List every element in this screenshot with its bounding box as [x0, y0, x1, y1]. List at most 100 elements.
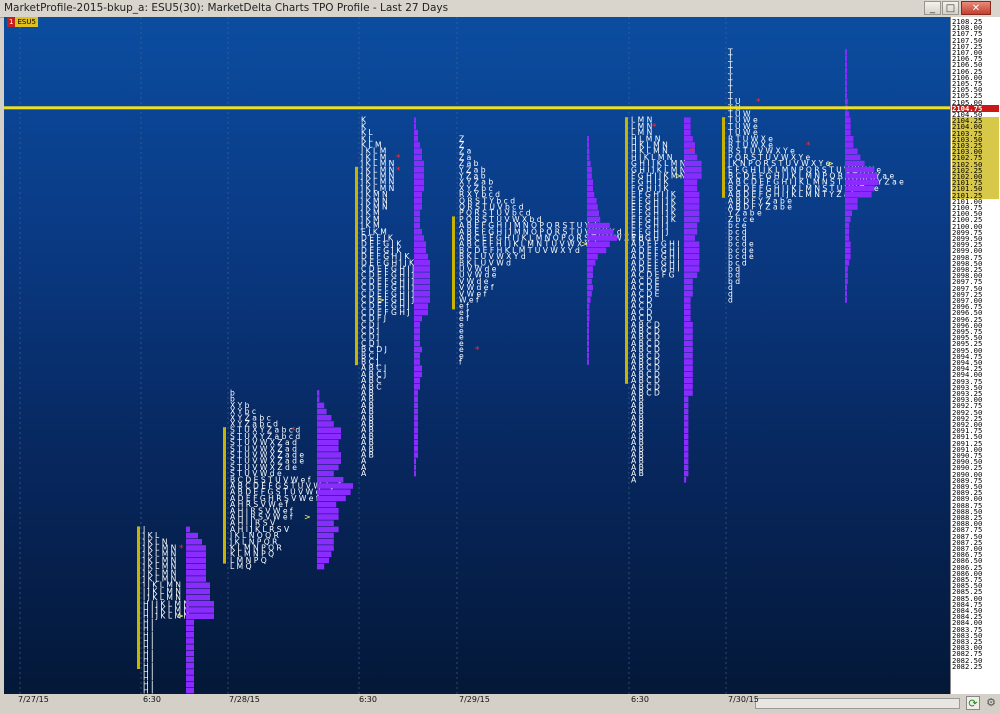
volume-histogram-bar	[845, 204, 858, 210]
volume-histogram-bar	[414, 421, 418, 427]
horizontal-scrollbar[interactable]	[755, 698, 960, 709]
volume-histogram-bar	[684, 136, 693, 142]
volume-histogram-bar	[317, 415, 332, 421]
volume-histogram-bar	[845, 142, 854, 148]
value-area-bar	[223, 427, 226, 564]
volume-histogram-bar	[414, 452, 418, 458]
volume-histogram-bar	[317, 433, 341, 440]
volume-histogram-bar	[587, 204, 598, 210]
volume-histogram-bar	[845, 98, 848, 105]
price-axis[interactable]: 2108.25 2108.00 2107.75 2107.50 2107.25 2107.…	[950, 17, 1000, 694]
volume-histogram-bar	[587, 328, 589, 334]
close-button[interactable]: ✕	[961, 1, 991, 15]
volume-histogram-bar	[317, 421, 334, 427]
volume-histogram-bar	[684, 390, 693, 396]
volume-histogram-bar	[587, 303, 590, 309]
tpo-profile[interactable]: bbX Y bX Y b cX Y Z a b cX Y Z a b c dS …	[223, 389, 353, 572]
volume-histogram-bar	[317, 446, 339, 452]
time-axis-bar: ⟳ ⚙ 7/27/15 6:30 7/28/15 6:30 7/29/15 6:30 7/3…	[0, 694, 1000, 714]
volume-histogram-bar	[684, 470, 689, 477]
application-window: MarketProfile-2015-bkup_a: ESU5(30): Mar…	[0, 0, 1000, 714]
value-area-bar	[355, 166, 358, 366]
volume-histogram-bar	[684, 402, 689, 409]
tpo-row: L M Q	[230, 562, 252, 571]
volume-histogram-bar	[587, 334, 589, 340]
volume-histogram-bar	[845, 291, 847, 297]
volume-histogram-bar	[414, 291, 430, 297]
volume-histogram-bar	[587, 315, 590, 322]
volume-histogram-bar	[414, 384, 420, 390]
volume-histogram-bar	[684, 346, 693, 353]
volume-histogram-bar	[414, 210, 420, 216]
volume-histogram-bar	[587, 346, 589, 353]
volume-histogram-bar	[684, 371, 693, 378]
tpo-chart-area[interactable]: JJ K LJ K L NJ K L M NJ K L M NJ K L M N…	[4, 17, 950, 694]
volume-histogram-bar	[845, 123, 851, 130]
volume-histogram-bar	[414, 297, 430, 303]
volume-histogram-bar	[186, 576, 206, 582]
volume-histogram-bar	[845, 241, 851, 247]
volume-histogram-bar	[684, 266, 700, 272]
volume-histogram-bar	[587, 291, 592, 297]
tpo-chart-canvas[interactable]: JJ K LJ K L NJ K L M NJ K L M NJ K L M N…	[4, 17, 950, 694]
volume-histogram-bar	[414, 353, 420, 359]
value-area-bar	[137, 526, 140, 669]
tpo-profile[interactable]: ZZZ aZ aZ a bY Z a bY Z a bX Y Z a bX Y …	[452, 134, 644, 367]
volume-histogram-bar	[414, 315, 422, 322]
volume-histogram-bar	[845, 260, 850, 266]
volume-histogram-bar	[684, 315, 691, 322]
tpo-profile[interactable]: KKK LK LK L MJ K L MJ K L MJ K L M NJ K …	[355, 116, 430, 478]
volume-histogram-bar	[317, 489, 351, 495]
volume-histogram-bar	[587, 309, 590, 316]
volume-histogram-bar	[317, 514, 339, 520]
volume-histogram-bar	[684, 253, 700, 260]
volume-histogram-bar	[684, 210, 700, 216]
volume-histogram-bar	[845, 136, 854, 142]
volume-histogram-bar	[684, 123, 691, 130]
volume-histogram-bar	[684, 179, 698, 185]
volume-histogram-bar	[414, 371, 422, 378]
arrow-marker-icon: >	[177, 612, 184, 621]
volume-histogram-bar	[845, 266, 848, 272]
volume-histogram-bar	[845, 117, 851, 123]
maximize-button[interactable]: □	[942, 1, 959, 15]
refresh-icon[interactable]: ⟳	[966, 696, 980, 710]
volume-histogram-bar	[186, 644, 194, 650]
volume-histogram-bar	[845, 74, 847, 80]
volume-histogram-bar	[317, 520, 334, 526]
volume-histogram-bar	[684, 291, 693, 297]
symbol-tag[interactable]: 1 ESU5	[7, 17, 38, 27]
volume-histogram-bar	[317, 545, 334, 551]
time-label: 7/27/15	[18, 695, 49, 704]
volume-histogram-bar	[414, 191, 422, 198]
volume-histogram-bar	[414, 142, 420, 148]
minimize-button[interactable]: _	[924, 1, 941, 15]
volume-histogram-bar	[186, 613, 214, 619]
volume-histogram-bar	[587, 247, 607, 254]
volume-histogram-bar	[587, 210, 599, 216]
volume-histogram-bar	[317, 557, 329, 564]
volume-histogram-bar	[317, 532, 334, 539]
tpo-profile[interactable]: L M NL M NL M NH L M NH K L M NH K L M N…	[625, 116, 702, 485]
volume-histogram-bar	[414, 266, 430, 272]
volume-histogram-bar	[684, 198, 700, 204]
volume-histogram-bar	[186, 663, 194, 669]
settings-icon[interactable]: ⚙	[984, 696, 998, 710]
tpo-row: d	[728, 296, 733, 305]
volume-histogram-bar	[186, 601, 214, 607]
tpo-profile[interactable]: TTTTTTTTT UT UT U WT U W eT U W eT U W e…	[722, 48, 904, 305]
poc-marker-icon: *	[806, 141, 811, 151]
volume-histogram-bar	[845, 154, 861, 161]
tpo-profile[interactable]: JJ K LJ K L NJ K L M NJ K L M NJ K L M N…	[137, 525, 214, 694]
tpo-row: A	[631, 475, 637, 484]
volume-histogram-bar	[587, 167, 592, 173]
volume-histogram-bar	[317, 501, 337, 508]
volume-histogram-bar	[317, 539, 334, 545]
volume-histogram-bar	[414, 446, 418, 452]
volume-histogram-bar	[684, 377, 693, 384]
volume-histogram-bar	[317, 408, 327, 415]
volume-histogram-bar	[684, 247, 700, 254]
volume-histogram-bar	[414, 160, 424, 167]
volume-histogram-bar	[684, 272, 698, 278]
volume-histogram-bar	[845, 92, 847, 99]
